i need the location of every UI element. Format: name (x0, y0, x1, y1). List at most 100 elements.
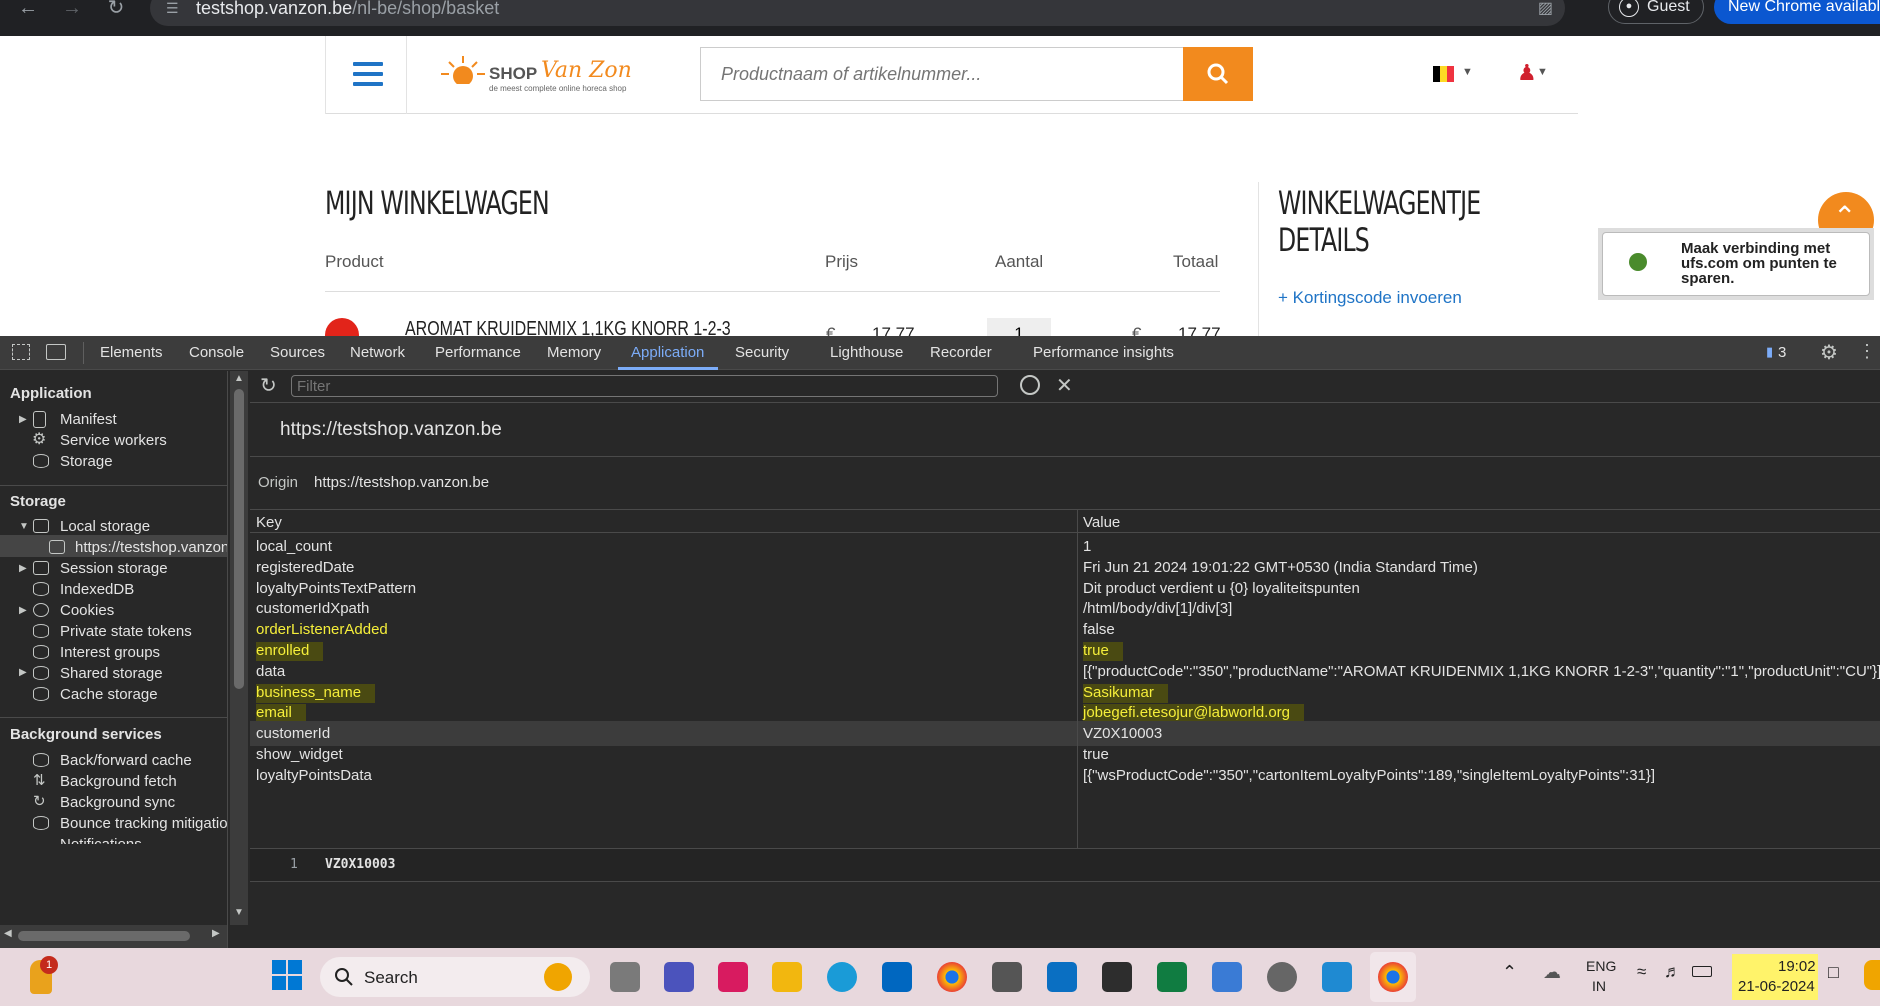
sidebar-item-interest-groups[interactable]: Interest groups (60, 644, 160, 661)
more-options-icon[interactable]: ⋮ (1858, 341, 1876, 362)
expand-arrow-icon[interactable]: ▶ (19, 414, 27, 425)
issues-count[interactable]: 3 (1778, 344, 1786, 361)
windows-start-icon[interactable] (272, 960, 302, 990)
tab-network[interactable]: Network (350, 344, 405, 361)
taskbar-search[interactable]: Search (320, 957, 590, 997)
notification-bell-icon[interactable]: □ (1828, 962, 1839, 983)
chevron-up-icon[interactable]: ⌃ (1502, 962, 1517, 983)
tab-memory[interactable]: Memory (547, 344, 601, 361)
copilot-icon[interactable] (1864, 960, 1880, 990)
tab-sources[interactable]: Sources (270, 344, 325, 361)
sidebar-item-private-state-tokens[interactable]: Private state tokens (60, 623, 192, 640)
sidebar-item-cache-storage[interactable]: Cache storage (60, 686, 158, 703)
flag-be-icon[interactable] (1433, 66, 1455, 82)
volume-icon[interactable]: ♬ (1664, 962, 1681, 982)
file-explorer-icon[interactable] (772, 962, 802, 992)
chevron-down-icon[interactable]: ▼ (1462, 66, 1473, 78)
photos-icon[interactable] (1322, 962, 1352, 992)
inspect-element-icon[interactable] (12, 344, 30, 360)
collapse-arrow-icon[interactable]: ▼ (19, 521, 29, 532)
col-value[interactable]: Value (1083, 514, 1120, 531)
vscode-icon[interactable] (1047, 962, 1077, 992)
sidebar-item-storage[interactable]: Storage (60, 453, 113, 470)
chrome-icon[interactable] (937, 962, 967, 992)
back-icon[interactable]: ← (16, 0, 40, 20)
sidebar-item-session-storage[interactable]: Session storage (60, 560, 168, 577)
tab-elements[interactable]: Elements (100, 344, 163, 361)
chrome-active-icon[interactable] (1378, 962, 1408, 992)
forward-icon[interactable]: → (60, 0, 84, 20)
product-thumbnail[interactable] (325, 318, 359, 336)
sidebar-item-indexeddb[interactable]: IndexedDB (60, 581, 134, 598)
clear-all-icon[interactable] (1020, 375, 1040, 395)
sidebar-item-service-workers[interactable]: Service workers (60, 432, 167, 449)
expand-arrow-icon[interactable]: ▶ (19, 563, 27, 574)
refresh-icon[interactable]: ↻ (260, 373, 277, 398)
sidebar-item-local-storage[interactable]: Local storage (60, 518, 150, 535)
horizontal-scrollbar[interactable]: ◀ ▶ (0, 925, 227, 948)
tab-console[interactable]: Console (189, 344, 244, 361)
sidebar-item-background-sync[interactable]: Background sync (60, 794, 175, 811)
settings-icon[interactable] (1267, 962, 1297, 992)
tab-performance[interactable]: Performance (435, 344, 521, 361)
update-chrome-button[interactable]: New Chrome available (1714, 0, 1880, 24)
translate-icon[interactable]: ▨ (1538, 0, 1553, 18)
sidebar-item-cookies[interactable]: Cookies (60, 602, 114, 619)
chevron-down-icon[interactable]: ▼ (1537, 66, 1548, 78)
sidebar-item-background-fetch[interactable]: Background fetch (60, 773, 177, 790)
lang-1[interactable]: ENG (1586, 958, 1616, 974)
sidebar-item-manifest[interactable]: Manifest (60, 411, 117, 428)
quantity-input[interactable]: 1 (987, 318, 1051, 336)
discount-code-link[interactable]: + Kortingscode invoeren (1278, 288, 1462, 308)
teams-icon[interactable] (664, 962, 694, 992)
sidebar-item-bfcache[interactable]: Back/forward cache (60, 752, 192, 769)
device-toolbar-icon[interactable] (46, 344, 66, 360)
task-view-icon[interactable] (610, 962, 640, 992)
tab-security[interactable]: Security (735, 344, 789, 361)
product-name[interactable]: AROMAT KRUIDENMIX 1,1KG KNORR 1-2-3 (405, 318, 731, 336)
store-icon[interactable] (882, 962, 912, 992)
filter-input[interactable] (291, 375, 998, 397)
calculator-icon[interactable] (992, 962, 1022, 992)
issues-icon[interactable]: ▮ (1766, 344, 1773, 360)
search-input[interactable] (701, 48, 1183, 100)
col-key[interactable]: Key (256, 514, 282, 531)
site-info-icon[interactable]: ☰ (166, 0, 179, 17)
vertical-scrollbar[interactable]: ▲ ▼ (230, 371, 248, 925)
address-bar[interactable]: ☰ testshop.vanzon.be/nl-be/shop/basket ▨ (150, 0, 1565, 26)
tab-recorder[interactable]: Recorder (930, 344, 992, 361)
notepad-icon[interactable] (1212, 962, 1242, 992)
table-row[interactable]: loyaltyPointsData [{"wsProductCode":"350"… (250, 763, 1880, 788)
lang-2[interactable]: IN (1592, 978, 1606, 994)
wifi-icon[interactable]: ≈ (1637, 962, 1646, 982)
sidebar-item-bounce-tracking[interactable]: Bounce tracking mitigations (60, 815, 227, 832)
sidebar-item-shared-storage[interactable]: Shared storage (60, 665, 163, 682)
sidebar-item-local-origin[interactable]: https://testshop.vanzon.be (75, 539, 227, 556)
loyalty-popup[interactable]: Maak verbinding met ufs.com om punten te… (1598, 228, 1874, 300)
onedrive-icon[interactable]: ☁ (1543, 962, 1561, 983)
tab-performance-insights[interactable]: Performance insights (1033, 344, 1174, 361)
reload-icon[interactable]: ↻ (104, 0, 128, 20)
expand-arrow-icon[interactable]: ▶ (19, 605, 27, 616)
user-icon[interactable]: ♟ (1517, 60, 1537, 86)
delete-selected-icon[interactable]: ✕ (1056, 373, 1073, 398)
tab-application[interactable]: Application (631, 344, 704, 361)
intellij-icon[interactable] (718, 962, 748, 992)
terminal-icon[interactable] (1102, 962, 1132, 992)
clock[interactable]: 19:02 21-06-2024 (1732, 954, 1818, 1000)
search-button[interactable] (1183, 47, 1253, 101)
settings-gear-icon[interactable]: ⚙ (1820, 340, 1838, 365)
search-highlight-icon (544, 963, 572, 991)
expand-arrow-icon[interactable]: ▶ (19, 667, 27, 678)
logo[interactable]: SHOP Van Zon de meest complete online ho… (435, 54, 645, 98)
menu-button[interactable] (325, 36, 407, 114)
sync-icon: ↻ (33, 793, 46, 810)
excel-icon[interactable] (1157, 962, 1187, 992)
profile-button[interactable]: ● Guest (1608, 0, 1704, 24)
edge-icon[interactable] (827, 962, 857, 992)
site-header: SHOP Van Zon de meest complete online ho… (325, 36, 1578, 114)
sidebar-item-notifications[interactable]: Notifications (60, 836, 142, 844)
tab-lighthouse[interactable]: Lighthouse (830, 344, 903, 361)
table-header: Key Value (250, 509, 1880, 533)
battery-icon[interactable] (1692, 966, 1712, 977)
